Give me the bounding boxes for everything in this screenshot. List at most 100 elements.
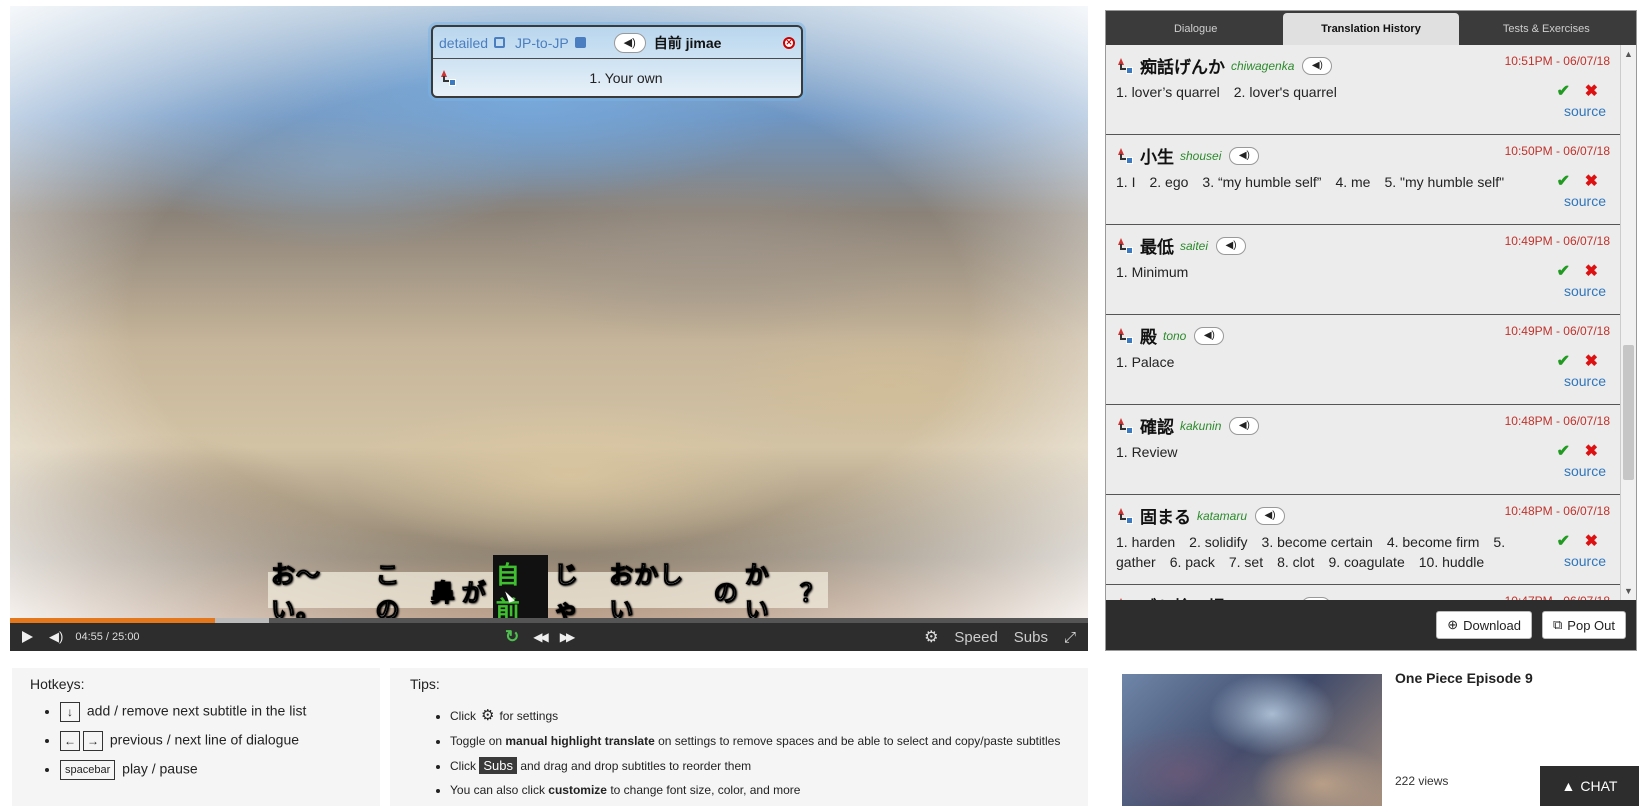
speaker-icon[interactable]: ◀) [613, 32, 646, 53]
entry-word: 確認 [1140, 418, 1174, 437]
definition: 6. pack [1169, 554, 1215, 570]
scroll-down-icon[interactable]: ▼ [1624, 586, 1633, 596]
popup-word: 自前 jimae [653, 34, 722, 51]
subtitle-token[interactable]: ？ [800, 573, 825, 608]
speaker-icon[interactable]: ◀) [1255, 506, 1286, 525]
subtitle-token[interactable]: かい [744, 555, 794, 620]
side-panel: Dialogue Translation History Tests & Exe… [1105, 10, 1637, 651]
tab-dialogue[interactable]: Dialogue [1108, 13, 1283, 45]
add-flashcard-icon[interactable] [1116, 57, 1134, 74]
panel-tabs: Dialogue Translation History Tests & Exe… [1106, 11, 1636, 45]
subtitle-token[interactable]: が [461, 573, 487, 608]
recommended-thumbnail[interactable] [1122, 674, 1382, 806]
add-flashcard-icon[interactable] [1116, 417, 1134, 434]
tab-translation-history[interactable]: Translation History [1283, 13, 1459, 45]
definition: 5. "my humble self" [1384, 174, 1505, 190]
entry-word: 痴話げんか [1140, 58, 1225, 77]
definition: 9. coagulate [1328, 554, 1405, 570]
translation-history-list[interactable]: 痴話げんか chiwagenka ◀) 10:51PM - 06/07/18 1. lo… [1106, 45, 1620, 600]
video-player[interactable]: detailed JP-to-JP ◀) 自前 jimae ✕ 1. Your … [10, 6, 1088, 651]
download-button[interactable]: ⊕ Download [1436, 611, 1532, 639]
history-scrollbar[interactable]: ▲ ▼ [1620, 45, 1636, 600]
source-link[interactable]: source [1564, 553, 1606, 569]
entry-timestamp: 10:48PM - 06/07/18 [1504, 414, 1610, 428]
add-flashcard-icon[interactable] [439, 69, 457, 86]
fullscreen-icon[interactable]: ⤢ [1064, 623, 1076, 651]
check-icon[interactable]: ✔ [1557, 531, 1570, 551]
check-icon[interactable]: ✔ [1557, 351, 1570, 371]
speaker-icon[interactable]: ◀) [1229, 146, 1260, 165]
hotkey-item: spacebar play / pause [60, 760, 362, 780]
play-icon[interactable] [22, 631, 33, 643]
customize-link[interactable]: customize [548, 783, 607, 797]
add-flashcard-icon[interactable] [1116, 147, 1134, 164]
scrollbar-thumb[interactable] [1623, 345, 1634, 480]
hotkey-item: ←→ previous / next line of dialogue [60, 731, 362, 751]
direction-label[interactable]: JP-to-JP [515, 35, 569, 51]
source-link[interactable]: source [1564, 373, 1606, 389]
check-icon[interactable]: ✔ [1557, 171, 1570, 191]
entry-word: 殿 [1140, 328, 1157, 347]
scroll-up-icon[interactable]: ▲ [1624, 49, 1633, 59]
gear-icon[interactable]: ⚙ [924, 623, 938, 651]
gear-icon[interactable]: ⚙ [481, 707, 494, 724]
download-icon: ⊕ [1447, 617, 1459, 632]
check-icon[interactable]: ✔ [1557, 441, 1570, 461]
x-icon[interactable]: ✖ [1585, 351, 1598, 371]
source-link[interactable]: source [1564, 283, 1606, 299]
speaker-icon[interactable]: ◀) [1216, 236, 1247, 255]
chat-button[interactable]: ▲ CHAT [1540, 766, 1639, 806]
recommended-title[interactable]: One Piece Episode 9 [1395, 670, 1533, 686]
history-entry: 固まる katamaru ◀) 10:48PM - 06/07/18 1. harden… [1106, 495, 1620, 585]
volume-icon[interactable]: ◀) [49, 623, 63, 651]
subtitle-line[interactable]: お〜い。 この 鼻 が 自前 じゃ おかしい の かい ？ [268, 555, 828, 619]
source-link[interactable]: source [1564, 103, 1606, 119]
speaker-icon[interactable]: ◀) [1229, 416, 1260, 435]
tip-text: Click [450, 709, 476, 723]
entry-reading: shousei [1180, 148, 1222, 163]
add-flashcard-icon[interactable] [1116, 327, 1134, 344]
x-icon[interactable]: ✖ [1585, 81, 1598, 101]
rewind-icon[interactable]: ◀◀ [533, 623, 549, 651]
video-frame[interactable]: detailed JP-to-JP ◀) 自前 jimae ✕ 1. Your … [10, 6, 1088, 619]
add-flashcard-icon[interactable] [1116, 507, 1134, 524]
history-entry: 最低 saitei ◀) 10:49PM - 06/07/18 1. Minimum ✔ ✖… [1106, 225, 1620, 315]
subtitle-token[interactable]: この [375, 555, 425, 620]
subtitle-token[interactable]: じゃ [553, 555, 603, 620]
book-icon[interactable] [574, 37, 586, 48]
mode-label[interactable]: detailed [439, 35, 488, 51]
entry-word: ゴミ捨て場 [1140, 593, 1225, 600]
popout-button[interactable]: ⧉ Pop Out [1542, 611, 1626, 639]
add-flashcard-icon[interactable] [1116, 237, 1134, 254]
source-link[interactable]: source [1564, 463, 1606, 479]
subs-button[interactable]: Subs [1014, 623, 1048, 651]
definition: 7. set [1228, 554, 1264, 570]
tip-text: to change font size, color, and more [610, 783, 801, 797]
speaker-icon[interactable]: ◀) [1194, 326, 1225, 345]
tab-tests-exercises[interactable]: Tests & Exercises [1459, 13, 1634, 45]
subtitle-token-highlighted[interactable]: 自前 [492, 555, 548, 619]
check-icon[interactable]: ✔ [1557, 261, 1570, 281]
x-icon[interactable]: ✖ [1585, 261, 1598, 281]
x-icon[interactable]: ✖ [1585, 171, 1598, 191]
speaker-icon[interactable]: ◀) [1302, 56, 1333, 75]
subtitle-token[interactable]: の [713, 573, 739, 608]
source-link[interactable]: source [1564, 193, 1606, 209]
entry-timestamp: 10:50PM - 06/07/18 [1504, 144, 1610, 158]
detailed-icon[interactable] [494, 37, 506, 48]
hotkey-text: add / remove next subtitle in the list [86, 702, 307, 719]
speed-button[interactable]: Speed [954, 623, 997, 651]
check-icon[interactable]: ✔ [1557, 81, 1570, 101]
tip-text: Click [450, 759, 476, 773]
popout-label: Pop Out [1567, 617, 1615, 633]
close-icon[interactable]: ✕ [783, 36, 795, 49]
subtitle-token[interactable]: おかしい [609, 555, 708, 620]
forward-icon[interactable]: ▶▶ [560, 623, 576, 651]
tip-text: Toggle on [450, 734, 503, 748]
subtitle-token[interactable]: 鼻 [430, 573, 456, 608]
x-icon[interactable]: ✖ [1585, 531, 1598, 551]
x-icon[interactable]: ✖ [1585, 441, 1598, 461]
loop-icon[interactable]: ↻ [505, 623, 519, 651]
subs-chip[interactable]: Subs [479, 757, 517, 774]
subtitle-token[interactable]: お〜い。 [271, 555, 370, 620]
